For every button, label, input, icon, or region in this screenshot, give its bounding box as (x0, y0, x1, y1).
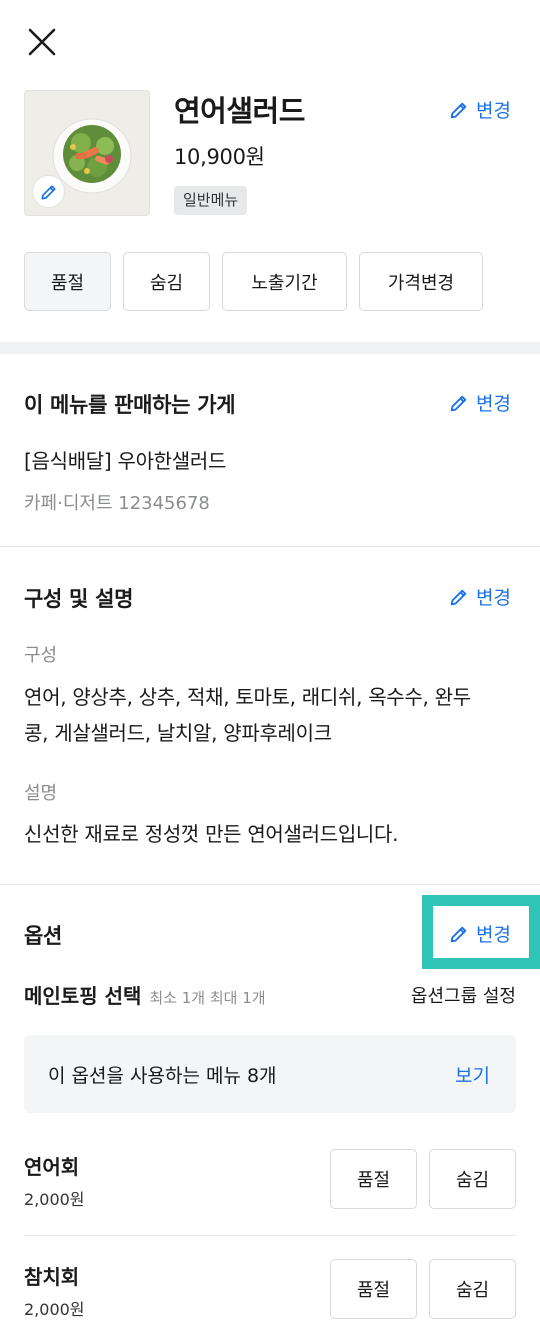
store-name: [음식배달] 우아한샐러드 (24, 449, 227, 473)
composition-edit-button[interactable]: 변경 (448, 583, 511, 610)
section-divider (0, 546, 540, 547)
option-group-name: 메인토핑 선택 (24, 984, 142, 1008)
section-divider (0, 342, 540, 354)
option-usage-view-link[interactable]: 보기 (455, 1061, 490, 1088)
soldout-button[interactable]: 품절 (24, 252, 111, 311)
composition-label: 구성 (24, 645, 58, 666)
menu-edit-button[interactable]: 변경 (448, 96, 511, 123)
options-section-title: 옵션 (24, 924, 63, 948)
option-item-name: 참치회 (24, 1265, 80, 1289)
option-soldout-button[interactable]: 품절 (330, 1259, 417, 1319)
close-button[interactable] (22, 22, 62, 62)
edit-label: 변경 (476, 393, 511, 415)
hide-button[interactable]: 숨김 (123, 252, 210, 311)
edit-label: 변경 (476, 587, 511, 609)
option-soldout-button[interactable]: 품절 (330, 1149, 417, 1209)
description-text: 신선한 재료로 정성껏 만든 연어샐러드입니다. (24, 822, 399, 846)
pencil-icon (450, 589, 467, 605)
option-usage-text: 이 옵션을 사용하는 메뉴 8개 (48, 1065, 277, 1087)
edit-label: 변경 (476, 924, 511, 946)
close-icon (28, 28, 56, 56)
option-hide-button[interactable]: 숨김 (429, 1259, 516, 1319)
menu-type-badge: 일반메뉴 (174, 186, 248, 215)
menu-price: 10,900원 (174, 145, 265, 169)
store-edit-button[interactable]: 변경 (448, 389, 511, 416)
options-edit-button[interactable]: 변경 (448, 920, 511, 947)
composition-text-line1: 연어, 양상추, 상추, 적채, 토마토, 래디쉬, 옥수수, 완두 (24, 685, 471, 709)
edit-label: 변경 (476, 100, 511, 122)
image-edit-button[interactable] (32, 175, 65, 208)
pencil-icon (41, 184, 56, 199)
row-divider (24, 1235, 516, 1236)
option-group-settings-link[interactable]: 옵션그룹 설정 (411, 982, 516, 1008)
display-period-button[interactable]: 노출기간 (222, 252, 347, 311)
composition-text-line2: 콩, 게살샐러드, 날치알, 양파후레이크 (24, 721, 332, 745)
price-change-button[interactable]: 가격변경 (359, 252, 483, 311)
menu-name: 연어샐러드 (174, 94, 305, 128)
section-divider (0, 884, 540, 885)
option-item-name: 연어회 (24, 1155, 80, 1179)
store-section-title: 이 메뉴를 판매하는 가게 (24, 393, 236, 417)
description-label: 설명 (24, 783, 58, 804)
composition-section-title: 구성 및 설명 (24, 587, 134, 611)
pencil-icon (450, 102, 467, 118)
option-group-limit: 최소 1개 최대 1개 (149, 989, 266, 1007)
pencil-icon (450, 395, 467, 411)
option-usage-box: 이 옵션을 사용하는 메뉴 8개 보기 (24, 1035, 516, 1113)
store-category: 카페·디저트 12345678 (24, 493, 210, 514)
pencil-icon (450, 926, 467, 942)
option-item-price: 2,000원 (24, 1300, 85, 1319)
option-hide-button[interactable]: 숨김 (429, 1149, 516, 1209)
option-group-header: 메인토핑 선택 최소 1개 최대 1개 (24, 980, 266, 1009)
option-item-price: 2,000원 (24, 1190, 85, 1209)
